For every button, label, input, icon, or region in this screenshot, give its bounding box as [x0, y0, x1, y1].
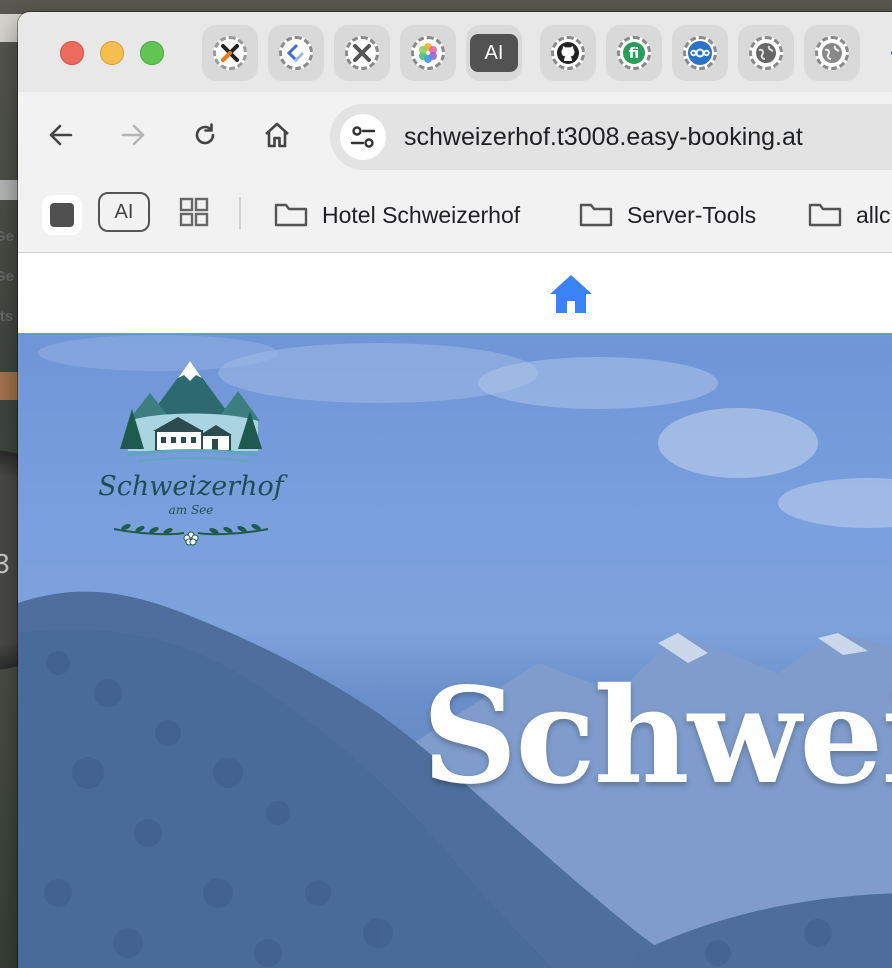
- back-button[interactable]: [44, 118, 78, 152]
- logo-emblem: [120, 361, 262, 462]
- zoom-window-button[interactable]: [140, 41, 164, 65]
- new-tab-button[interactable]: [870, 25, 892, 81]
- arrow-left-icon: [49, 124, 73, 146]
- bookmarks-separator: [239, 197, 241, 229]
- fi-icon: fi: [617, 36, 651, 70]
- pinned-tab[interactable]: [202, 25, 258, 81]
- hero-section: Schweizerhof am See Schwei: [18, 333, 892, 968]
- home-outline-icon: [265, 122, 289, 148]
- site-navigation: [18, 253, 892, 333]
- pinned-tab[interactable]: AI: [466, 25, 522, 81]
- pinned-tab[interactable]: [672, 25, 728, 81]
- home-button[interactable]: [260, 118, 294, 152]
- bookmark-folder-label: allc: [856, 201, 891, 228]
- ai-icon: AI: [470, 34, 518, 72]
- pinned-tab[interactable]: [804, 25, 860, 81]
- site-info-button[interactable]: [340, 114, 386, 160]
- pinned-tab[interactable]: fi: [606, 25, 662, 81]
- bookmark-folder[interactable]: Hotel Schweizerhof: [274, 200, 520, 230]
- logo-name: Schweizerhof: [98, 471, 284, 502]
- github-icon: [551, 36, 585, 70]
- bookmark-ai[interactable]: AI: [98, 192, 150, 232]
- x-orange-icon: [213, 36, 247, 70]
- laurel-ornament: [113, 523, 269, 546]
- reload-button[interactable]: [188, 118, 222, 152]
- minimize-window-button[interactable]: [100, 41, 124, 65]
- bookmark-folder[interactable]: allc: [808, 200, 891, 230]
- bookmark-square-icon[interactable]: [42, 195, 82, 235]
- arrow-right-icon: [121, 124, 145, 146]
- tab-strip: AI fi: [18, 12, 892, 92]
- code-brackets-icon: [279, 36, 313, 70]
- tune-icon: [350, 126, 376, 148]
- bookmark-folder-label: Server-Tools: [627, 201, 757, 228]
- pinned-tab[interactable]: [334, 25, 390, 81]
- nextcloud-icon: [683, 36, 717, 70]
- close-window-button[interactable]: [60, 41, 84, 65]
- forward-button[interactable]: [116, 118, 150, 152]
- browser-window: AI fi schweizerhof.t3008.easy-booking.at…: [18, 12, 892, 968]
- pinned-tab[interactable]: [268, 25, 324, 81]
- desktop-label: Ge: [0, 228, 15, 245]
- pinned-tab[interactable]: [540, 25, 596, 81]
- reload-icon: [195, 123, 215, 145]
- folder-icon: [808, 203, 842, 227]
- desktop-label: Ge: [0, 268, 15, 285]
- apps-grid-icon[interactable]: [178, 196, 210, 228]
- pinned-tab[interactable]: [738, 25, 794, 81]
- folder-icon: [579, 203, 613, 227]
- site-logo[interactable]: Schweizerhof am See: [98, 351, 284, 547]
- hero-title: Schwei: [422, 659, 892, 814]
- browser-toolbar: schweizerhof.t3008.easy-booking.at: [18, 92, 892, 178]
- pinned-tab[interactable]: [400, 25, 456, 81]
- folder-icon: [274, 203, 308, 227]
- globe-icon: [749, 36, 783, 70]
- bookmarks-bar: AI Hotel Schweizerhof Server-Tools allc: [18, 178, 892, 253]
- globe-icon: [815, 36, 849, 70]
- desktop-label: rts: [0, 308, 14, 325]
- svg-text:fi: fi: [629, 46, 639, 62]
- bookmark-folder[interactable]: Server-Tools: [579, 200, 756, 230]
- plus-icon: [891, 51, 892, 55]
- bookmark-folder-label: Hotel Schweizerhof: [322, 201, 521, 228]
- clock-number: 3: [0, 548, 10, 579]
- web-content: Schweizerhof am See Schwei: [18, 253, 892, 968]
- photos-pinwheel-icon: [411, 36, 445, 70]
- x-gray-icon: [345, 36, 379, 70]
- address-bar[interactable]: schweizerhof.t3008.easy-booking.at: [330, 104, 892, 170]
- home-icon[interactable]: [548, 273, 594, 315]
- url-text[interactable]: schweizerhof.t3008.easy-booking.at: [404, 123, 803, 152]
